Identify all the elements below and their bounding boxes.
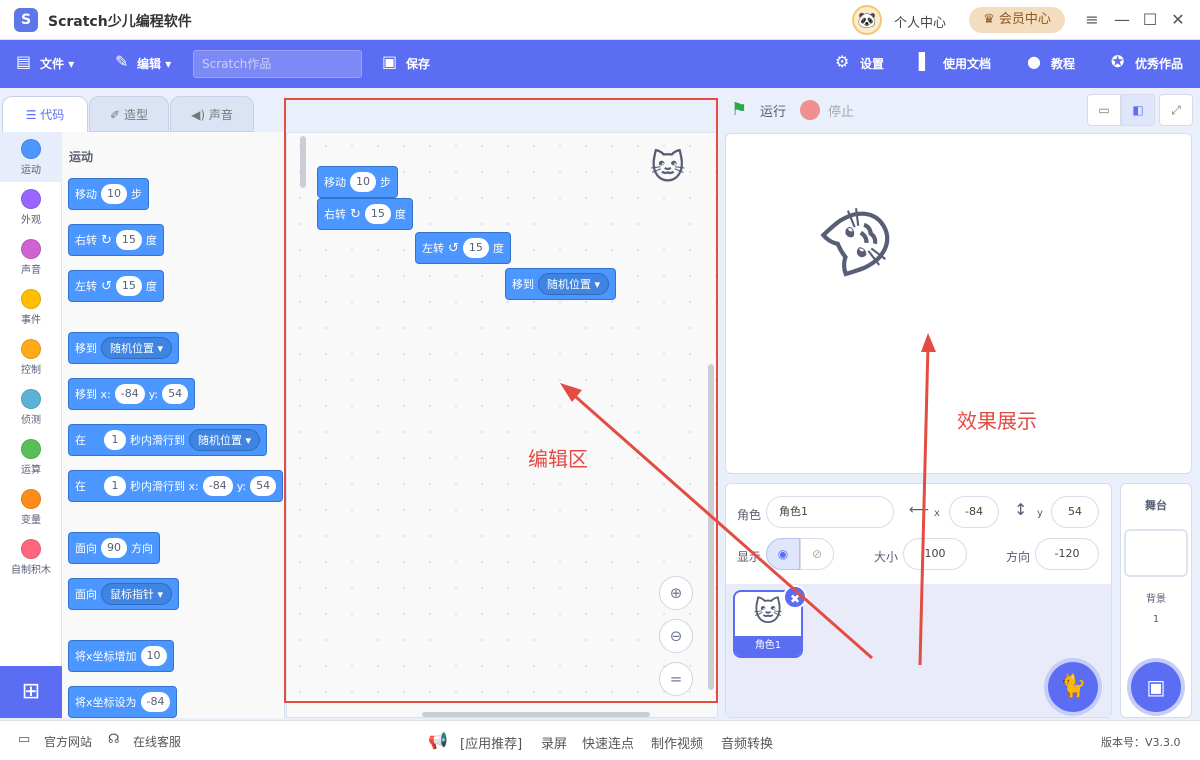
megaphone-icon: 📢 <box>428 731 448 750</box>
status-bar: ▭ 官方网站 ☊ 在线客服 📢 [应用推荐] 录屏 快速连点 制作视频 音频转换… <box>0 720 1200 760</box>
version-label: 版本号：V3.3.0 <box>1101 736 1181 749</box>
app-link-clicker[interactable]: 快速连点 <box>582 733 634 752</box>
headset-icon: ☊ <box>108 732 120 747</box>
arrowhead-stage <box>921 333 936 352</box>
recommend-label: [应用推荐] <box>460 737 523 752</box>
app-link-audio[interactable]: 音频转换 <box>721 733 773 752</box>
monitor-icon: ▭ <box>18 732 31 747</box>
annotation-arrows <box>560 333 936 666</box>
arrow-to-editor <box>567 388 873 660</box>
app-link-video[interactable]: 制作视频 <box>651 733 703 752</box>
app-link-record[interactable]: 录屏 <box>541 733 567 752</box>
arrow-to-stage <box>918 344 930 666</box>
support-link[interactable]: 在线客服 <box>133 733 181 750</box>
website-link[interactable]: 官方网站 <box>44 733 92 750</box>
